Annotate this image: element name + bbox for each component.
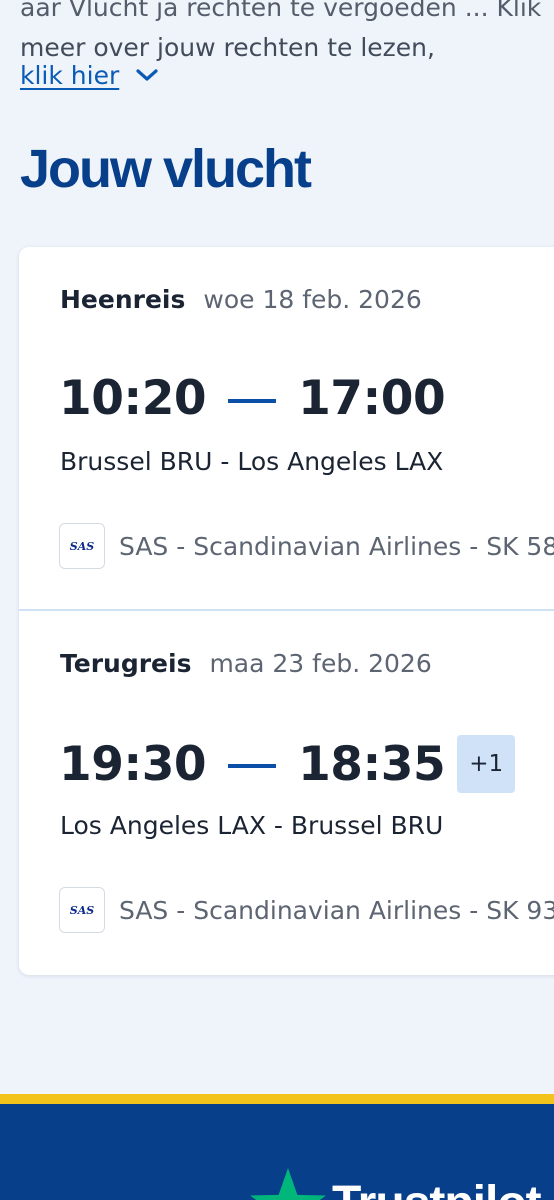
flight-card: Heenreis woe 18 feb. 2026 10:20 17:00 Bru… xyxy=(19,247,554,975)
leg-type-label: Terugreis xyxy=(60,649,192,678)
leg-times: 19:30 18:35 +1 xyxy=(59,735,516,793)
trustpilot-logo-text: Trustpilot xyxy=(332,1176,542,1200)
airline-logo-text: SAS xyxy=(69,539,95,553)
return-leg: Terugreis maa 23 feb. 2026 19:30 18:35 +1… xyxy=(19,611,554,975)
leg-route: Brussel BRU - Los Angeles LAX xyxy=(60,447,444,476)
airline-logo-text: SAS xyxy=(69,903,95,917)
departure-time: 10:20 xyxy=(59,371,207,426)
airline-name: SAS - Scandinavian Airlines - SK 936 xyxy=(119,895,554,925)
rights-link[interactable]: klik hier xyxy=(20,61,119,90)
leg-header: Heenreis woe 18 feb. 2026 xyxy=(60,285,422,314)
time-separator xyxy=(228,764,277,768)
time-separator xyxy=(228,398,277,403)
airline-row: SAS SAS - Scandinavian Airlines - SK 936 xyxy=(59,887,554,933)
intro-line-1: aar Vlucht ja rechten te vergoeden ... K… xyxy=(20,0,542,22)
leg-route: Los Angeles LAX - Brussel BRU xyxy=(60,811,444,840)
chevron-down-icon[interactable] xyxy=(135,67,159,87)
leg-times: 10:20 17:00 xyxy=(59,371,446,426)
sas-logo-icon: SAS xyxy=(59,887,105,933)
trustpilot-star-icon xyxy=(248,1164,328,1200)
day-offset-badge: +1 xyxy=(457,735,516,793)
departure-time: 19:30 xyxy=(59,736,207,792)
airline-row: SAS SAS - Scandinavian Airlines - SK 588 xyxy=(59,523,554,569)
leg-date: maa 23 feb. 2026 xyxy=(209,649,432,678)
leg-date: woe 18 feb. 2026 xyxy=(203,285,422,314)
arrival-time: 18:35 xyxy=(298,736,446,792)
leg-header: Terugreis maa 23 feb. 2026 xyxy=(60,649,432,678)
airline-name: SAS - Scandinavian Airlines - SK 588 xyxy=(119,531,554,561)
sas-logo-icon: SAS xyxy=(59,523,105,569)
rights-link-row[interactable]: klik hier xyxy=(20,55,159,95)
page-title: Jouw vlucht xyxy=(20,139,312,199)
arrival-time: 17:00 xyxy=(298,371,446,426)
footer-banner: Trustpilot xyxy=(0,1094,554,1200)
leg-type-label: Heenreis xyxy=(60,285,186,314)
outbound-leg: Heenreis woe 18 feb. 2026 10:20 17:00 Bru… xyxy=(19,247,554,611)
